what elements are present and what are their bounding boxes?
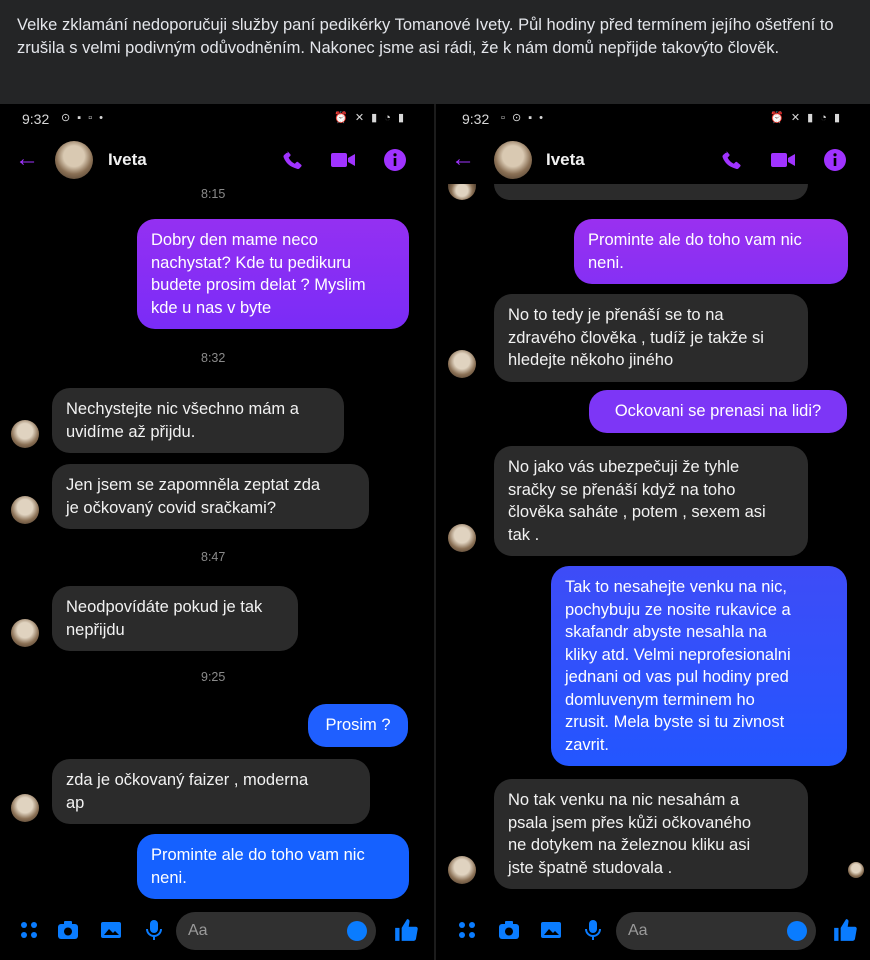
notification-icons: ⊙ ▪ ▫ • bbox=[61, 112, 106, 124]
contact-name[interactable]: Iveta bbox=[546, 150, 585, 170]
timestamp: 8:32 bbox=[201, 351, 226, 365]
video-call-icon[interactable] bbox=[770, 148, 796, 172]
info-icon[interactable] bbox=[382, 148, 408, 172]
emoji-icon[interactable] bbox=[787, 921, 807, 941]
message-outgoing[interactable]: Dobry den mame neco nachystat? Kde tu pe… bbox=[137, 219, 409, 329]
message-incoming[interactable]: Neodpovídáte pokud je tak nepřijdu bbox=[52, 586, 298, 651]
gallery-icon[interactable] bbox=[540, 919, 562, 941]
timestamp: 8:15 bbox=[201, 187, 226, 201]
message-incoming[interactable]: Nechystejte nic všechno mám a uvidíme až… bbox=[52, 388, 344, 453]
message-outgoing[interactable]: Prominte ale do toho vam nic neni. bbox=[574, 219, 848, 284]
composer-bar: Aa bbox=[0, 902, 434, 960]
message-outgoing[interactable]: Tak to nesahejte venku na nic, pochybuju… bbox=[551, 566, 847, 766]
message-incoming[interactable]: No jako vás ubezpečuji že tyhle sračky s… bbox=[494, 446, 808, 556]
message-incoming[interactable]: zda je očkovaný faizer , moderna ap bbox=[52, 759, 370, 824]
post-caption: Velke zklamání nedoporučuji služby paní … bbox=[0, 0, 870, 104]
info-icon[interactable] bbox=[822, 148, 848, 172]
microphone-icon[interactable] bbox=[143, 919, 165, 941]
message-outgoing[interactable]: Ockovani se prenasi na lidi? bbox=[589, 390, 847, 433]
sender-avatar bbox=[448, 524, 476, 552]
camera-icon[interactable] bbox=[57, 919, 79, 941]
message-input[interactable]: Aa bbox=[616, 912, 816, 950]
camera-icon[interactable] bbox=[498, 919, 520, 941]
video-call-icon[interactable] bbox=[330, 148, 356, 172]
sender-avatar bbox=[11, 794, 39, 822]
message-list: Prominte ale do toho vam nic neni. No to… bbox=[436, 184, 870, 904]
message-incoming[interactable]: Jen jsem se zapomněla zeptat zda je očko… bbox=[52, 464, 369, 529]
system-status-icons: ⏰ ✕ ▮ ◔ ▮ bbox=[334, 112, 406, 124]
thumbs-up-icon[interactable] bbox=[832, 917, 858, 943]
back-arrow-icon[interactable]: ← bbox=[15, 147, 39, 171]
system-status-icons: ⏰ ✕ ▮ ◔ ▮ bbox=[770, 112, 842, 124]
input-placeholder: Aa bbox=[188, 922, 208, 939]
chat-header: ← Iveta bbox=[436, 134, 870, 190]
message-outgoing[interactable]: Prominte ale do toho vam nic neni. bbox=[137, 834, 409, 899]
message-outgoing[interactable]: Prosim ? bbox=[308, 704, 408, 747]
status-time: 9:32 bbox=[462, 111, 490, 127]
message-list: 8:15 Dobry den mame neco nachystat? Kde … bbox=[0, 184, 434, 904]
gallery-icon[interactable] bbox=[100, 919, 122, 941]
message-incoming[interactable]: No tak venku na nic nesahám a psala jsem… bbox=[494, 779, 808, 889]
timestamp: 9:25 bbox=[201, 670, 226, 684]
contact-avatar[interactable] bbox=[55, 141, 93, 179]
contact-avatar[interactable] bbox=[494, 141, 532, 179]
apps-grid-icon[interactable] bbox=[18, 919, 40, 941]
notification-icons: ▫ ⊙ ▪ • bbox=[501, 112, 546, 124]
status-time: 9:32 bbox=[22, 111, 50, 127]
thumbs-up-icon[interactable] bbox=[393, 917, 419, 943]
screenshot-left: 9:32 ⊙ ▪ ▫ • ⏰ ✕ ▮ ◔ ▮ ← Iveta 8:15 Dobr… bbox=[0, 104, 434, 960]
emoji-icon[interactable] bbox=[347, 921, 367, 941]
sender-avatar bbox=[11, 619, 39, 647]
message-incoming-partial bbox=[494, 184, 808, 200]
contact-name[interactable]: Iveta bbox=[108, 150, 147, 170]
composer-bar: Aa bbox=[436, 902, 870, 960]
message-input[interactable]: Aa bbox=[176, 912, 376, 950]
message-incoming[interactable]: No to tedy je přenáší se to na zdravého … bbox=[494, 294, 808, 382]
screenshot-right: 9:32 ▫ ⊙ ▪ • ⏰ ✕ ▮ ◔ ▮ ← Iveta Prominte … bbox=[436, 104, 870, 960]
seen-avatar bbox=[848, 862, 864, 878]
status-bar: 9:32 ⊙ ▪ ▫ • ⏰ ✕ ▮ ◔ ▮ bbox=[0, 104, 434, 134]
microphone-icon[interactable] bbox=[582, 919, 604, 941]
sender-avatar bbox=[11, 496, 39, 524]
sender-avatar bbox=[448, 184, 476, 200]
input-placeholder: Aa bbox=[628, 922, 648, 939]
phone-icon[interactable] bbox=[719, 148, 745, 172]
sender-avatar bbox=[11, 420, 39, 448]
timestamp: 8:47 bbox=[201, 550, 226, 564]
apps-grid-icon[interactable] bbox=[456, 919, 478, 941]
back-arrow-icon[interactable]: ← bbox=[451, 147, 475, 171]
sender-avatar bbox=[448, 856, 476, 884]
status-bar: 9:32 ▫ ⊙ ▪ • ⏰ ✕ ▮ ◔ ▮ bbox=[436, 104, 870, 134]
sender-avatar bbox=[448, 350, 476, 378]
chat-header: ← Iveta bbox=[0, 134, 434, 190]
phone-icon[interactable] bbox=[280, 148, 306, 172]
